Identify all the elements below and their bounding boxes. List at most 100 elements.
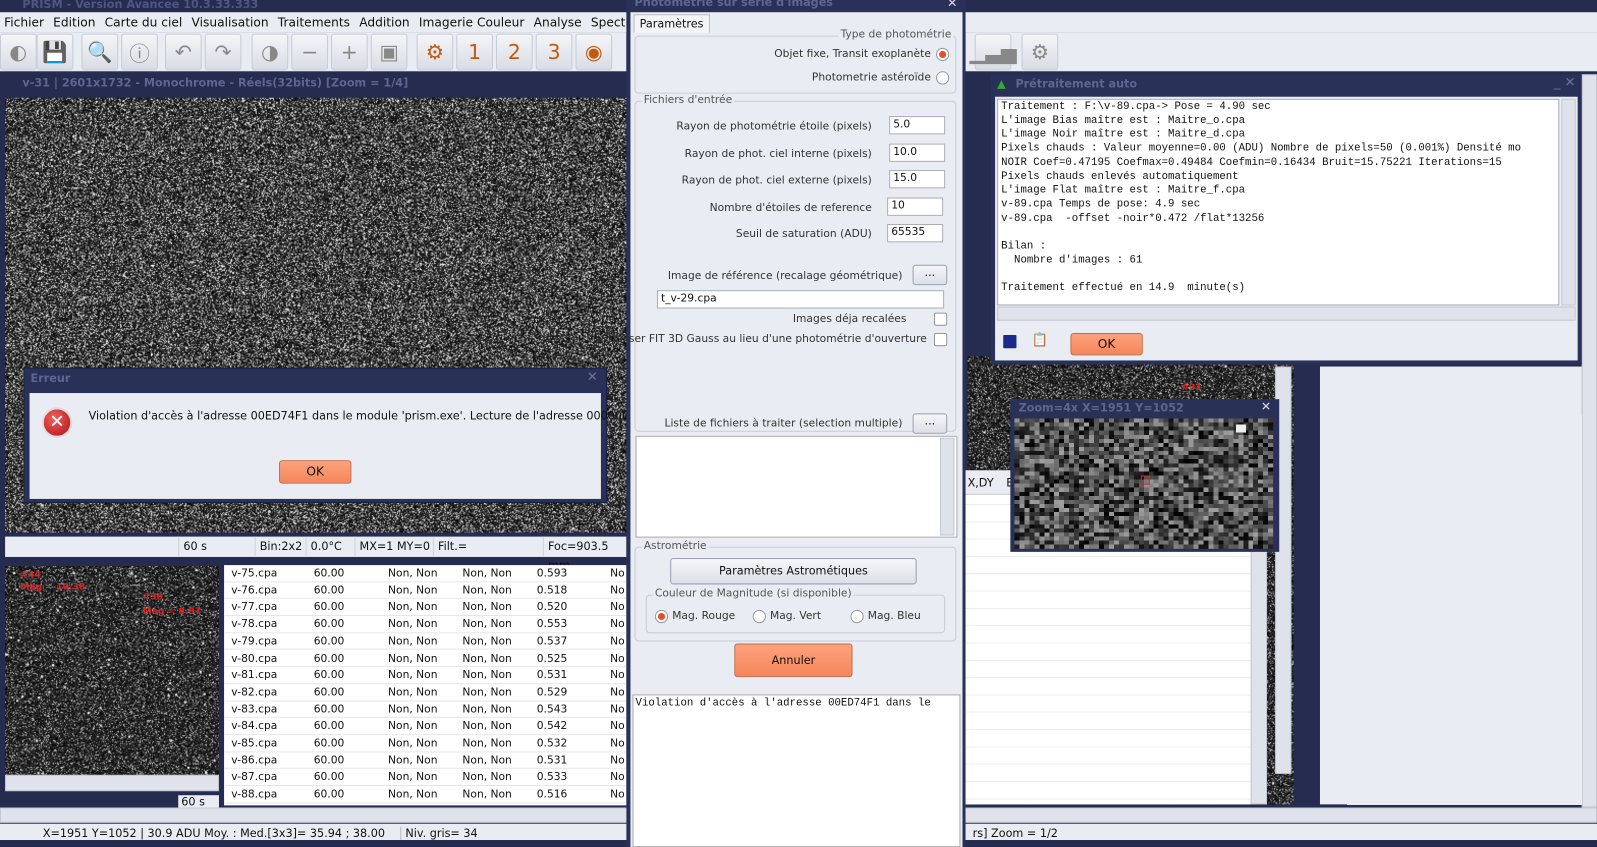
table-cell: Non, Non [388,769,437,785]
thumbnail-image[interactable] [5,566,219,775]
info-icon[interactable]: ⓘ [121,34,158,71]
log-vscrollbar[interactable] [1561,99,1575,306]
field-input[interactable]: 15.0 [889,170,945,188]
table-row[interactable]: v-76.cpa 60.00 Non, Non Non, Non 0.518 No [224,582,626,599]
table-cell: No [610,786,625,802]
mag-blue-radio[interactable] [850,610,863,623]
table-cell: No [610,565,625,581]
gauss-checkbox[interactable] [934,333,947,346]
clipboard-icon[interactable]: 📋 [1032,333,1048,348]
field-input[interactable]: 5.0 [889,116,945,134]
menu-item[interactable]: Visualisation [191,15,268,29]
menu-item[interactable]: Carte du ciel [105,15,183,29]
table-cell: No [610,599,625,615]
table-cell: Non, Non [462,599,511,615]
screen-icon[interactable]: ▣ [371,34,408,71]
table-cell: v-76.cpa [231,582,277,598]
gear-icon[interactable]: ⚙ [417,34,454,71]
rotate-left-icon[interactable]: ↶ [165,34,202,71]
aligned-checkbox[interactable] [934,313,947,326]
camera-1-icon[interactable]: 1 [456,34,493,71]
field-input[interactable]: 65535 [887,224,943,242]
close-icon[interactable]: ✕ [1261,399,1271,413]
image-search-icon[interactable]: 🔍 [81,34,118,71]
table-row[interactable]: v-87.cpa 60.00 Non, Non Non, Non 0.533 No [224,769,626,786]
contrast-icon[interactable]: ◑ [252,34,289,71]
ref-browse-button[interactable]: ... [913,265,948,285]
toolbar: ◐ 💾 🔍 ⓘ ↶ ↷ ◑ − + ▣ ⚙ 1 2 3 ◉ [0,33,626,72]
ref-image-input[interactable]: t_v-29.cpa [657,290,944,308]
table-cell: 0.533 [537,769,568,785]
thumb-label-mag2: Mag = 8.97 [143,607,202,617]
menu-item[interactable]: Imagerie Couleur [419,15,525,29]
file-list-box[interactable] [636,436,958,538]
far-right-scrollbar[interactable] [1582,74,1597,807]
rotate-right-icon[interactable]: ↷ [205,34,242,71]
save-icon[interactable] [1003,335,1016,348]
camera-2-icon[interactable]: 2 [496,34,533,71]
table-cell: Non, Non [388,752,437,768]
robot-gear-icon[interactable]: ⚙ [1022,34,1059,71]
camera-3-icon[interactable]: 3 [536,34,573,71]
field-input[interactable]: 10.0 [889,143,945,161]
table-cell: v-82.cpa [231,684,277,700]
table-row[interactable]: v-79.cpa 60.00 Non, Non Non, Non 0.537 No [224,633,626,650]
field-input[interactable]: 10 [887,197,943,215]
menu-item[interactable]: Addition [359,15,409,29]
table-cell: 0.543 [537,701,568,717]
histogram-icon[interactable]: ▁▃▅ [975,34,1012,71]
table-cell: Non, Non [462,616,511,632]
dialog-title: Photométrie sur série d'images [635,0,833,9]
right-table-header-dxdy: X,DY [968,477,994,490]
table-cell: 60.00 [314,599,345,615]
pretraitement-ok-button[interactable]: OK [1070,333,1142,355]
table-row[interactable]: v-81.cpa 60.00 Non, Non Non, Non 0.531 No [224,667,626,684]
astro-params-button[interactable]: Paramètres Astrométiques [670,558,916,584]
table-cell: Non, Non [388,701,437,717]
log-hscrollbar[interactable] [997,306,1576,320]
thumb-hscrollbar[interactable] [5,775,219,791]
table-row[interactable]: v-84.cpa 60.00 Non, Non Non, Non 0.542 No [224,718,626,735]
close-icon[interactable]: _ ✕ [1554,75,1576,90]
table-row[interactable]: v-77.cpa 60.00 Non, Non Non, Non 0.520 No [224,599,626,616]
table-row[interactable]: v-80.cpa 60.00 Non, Non Non, Non 0.525 No [224,650,626,667]
image-window-title: v-31 | 2601x1732 - Monochrome - Réels(32… [22,76,408,89]
option-fixed-radio[interactable] [936,48,949,61]
telescope-icon[interactable]: ◉ [575,34,612,71]
table-row[interactable]: v-75.cpa 60.00 Non, Non Non, Non 0.593 No [224,565,626,582]
table-row[interactable]: v-88.cpa 60.00 Non, Non Non, Non 0.516 No [224,786,626,803]
zoom-out-icon[interactable]: − [291,34,328,71]
cancel-button[interactable]: Annuler [734,644,852,678]
close-icon[interactable]: ✕ [947,0,957,10]
table-cell: No [610,718,625,734]
menu-item[interactable]: Traitements [278,15,350,29]
file-list-browse-button[interactable]: ... [913,413,948,433]
save-icon[interactable]: 💾 [37,34,74,71]
error-dialog: Erreur ✕ ✕ Violation d'accès à l'adresse… [23,368,607,503]
menu-item[interactable]: Analyse [534,15,582,29]
table-cell: Non, Non [462,786,511,802]
table-row[interactable]: v-85.cpa 60.00 Non, Non Non, Non 0.532 No [224,735,626,752]
astro-group-label: Astrométrie [642,540,709,552]
menu-item[interactable]: Fichier [4,15,44,29]
files-group-label: Fichiers d'entrée [642,94,735,106]
close-icon[interactable]: ✕ [587,370,598,385]
option-asteroid-radio[interactable] [936,71,949,84]
dialog-log: Violation d'accès à l'adresse 00ED74F1 d… [632,694,960,847]
table-cell: 60.00 [314,684,345,700]
mag-red-radio[interactable] [655,610,668,623]
table-row[interactable]: v-86.cpa 60.00 Non, Non Non, Non 0.531 No [224,752,626,769]
tab-parametres[interactable]: Paramètres [634,14,710,32]
open-camera-icon[interactable]: ◐ [0,34,37,71]
table-row[interactable]: v-82.cpa 60.00 Non, Non Non, Non 0.529 No [224,684,626,701]
mag-green-radio[interactable] [753,610,766,623]
table-row[interactable]: v-83.cpa 60.00 Non, Non Non, Non 0.543 No [224,701,626,718]
menu-item[interactable]: Edition [53,15,95,29]
file-list-vscrollbar[interactable] [940,438,954,536]
table-cell: Non, Non [462,582,511,598]
zoom-in-icon[interactable]: + [331,34,368,71]
error-ok-button[interactable]: OK [279,460,351,483]
table-row[interactable]: v-78.cpa 60.00 Non, Non Non, Non 0.553 No [224,616,626,633]
table-cell: 0.593 [537,565,568,581]
table-cell: No [610,650,625,666]
